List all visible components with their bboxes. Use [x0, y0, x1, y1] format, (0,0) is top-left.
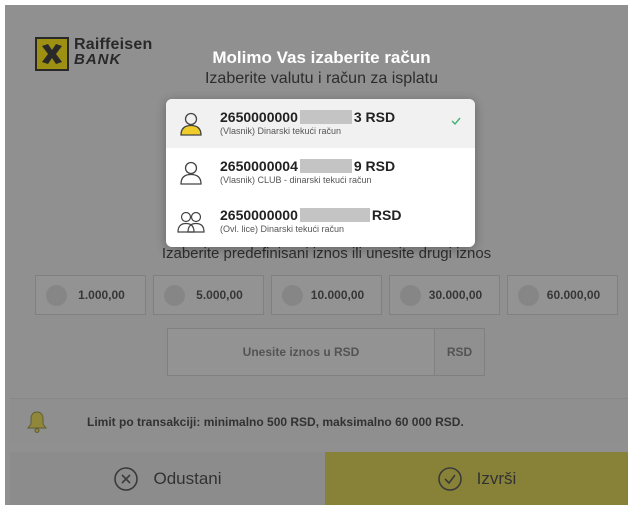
users-icon — [177, 211, 205, 233]
page-subtitle: Izaberite valutu i račun za isplatu — [204, 70, 438, 87]
check-icon — [451, 117, 461, 126]
account-number-suffix: 3 RSD — [353, 108, 396, 125]
account-number-prefix: 2650000000 — [220, 206, 298, 223]
account-number-suffix: RSD — [371, 206, 402, 223]
account-number-suffix: 9 RSD — [353, 157, 396, 174]
masked-digits — [299, 109, 352, 124]
account-number-prefix: 2650000000 — [220, 108, 298, 125]
user-icon — [180, 112, 202, 136]
user-icon — [180, 161, 202, 185]
account-description: (Vlasnik) Dinarski tekući račun — [220, 125, 342, 136]
masked-digits — [299, 207, 370, 222]
account-item[interactable]: 2650000000 3 RSD (Vlasnik) Dinarski tekuć… — [166, 99, 475, 148]
page-title: Molimo Vas izaberite račun — [212, 48, 431, 67]
account-item[interactable]: 2650000000 RSD (Ovl. lice) Dinarski tekuć… — [166, 197, 475, 246]
account-item[interactable]: 2650000004 9 RSD (Vlasnik) CLUB - dinarsk… — [166, 148, 475, 197]
account-description: (Ovl. lice) Dinarski tekući račun — [220, 223, 345, 234]
account-number-prefix: 2650000004 — [220, 157, 298, 174]
account-select-modal: 2650000000 3 RSD (Vlasnik) Dinarski tekuć… — [166, 99, 475, 247]
account-description: (Vlasnik) CLUB - dinarski tekući račun — [220, 174, 372, 185]
masked-digits — [299, 158, 352, 173]
